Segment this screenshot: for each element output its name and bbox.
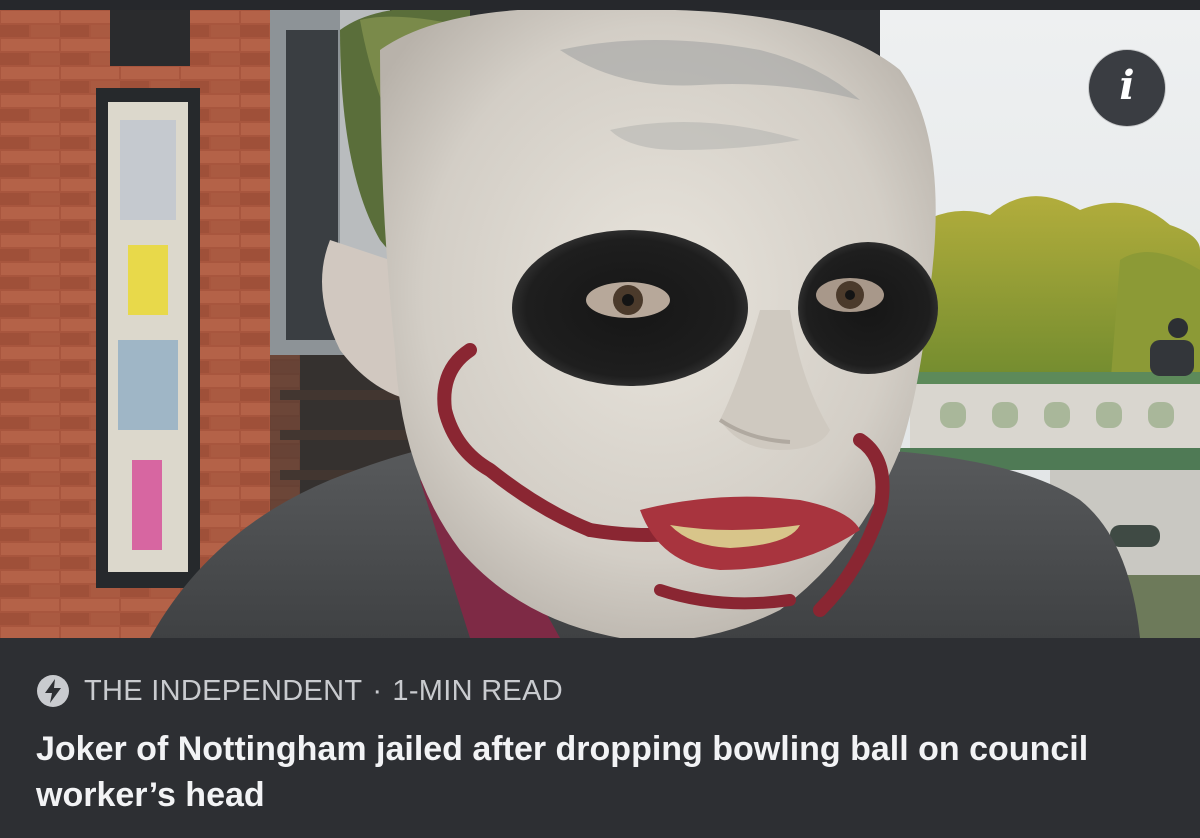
article-preview-card[interactable]: i THE INDEPENDENT · 1-MIN READ Joker of … [0, 0, 1200, 838]
read-time: 1-MIN READ [392, 675, 563, 707]
source-name: THE INDEPENDENT [84, 675, 363, 707]
source-row: THE INDEPENDENT · 1-MIN READ [36, 672, 563, 710]
separator-dot: · [372, 675, 383, 707]
info-button[interactable]: i [1089, 50, 1165, 126]
info-icon: i [1119, 62, 1135, 109]
top-edge [0, 0, 1200, 10]
lightning-bolt-icon [37, 675, 69, 707]
article-photo[interactable]: i [0, 10, 1200, 638]
article-headline[interactable]: Joker of Nottingham jailed after droppin… [36, 726, 1166, 818]
